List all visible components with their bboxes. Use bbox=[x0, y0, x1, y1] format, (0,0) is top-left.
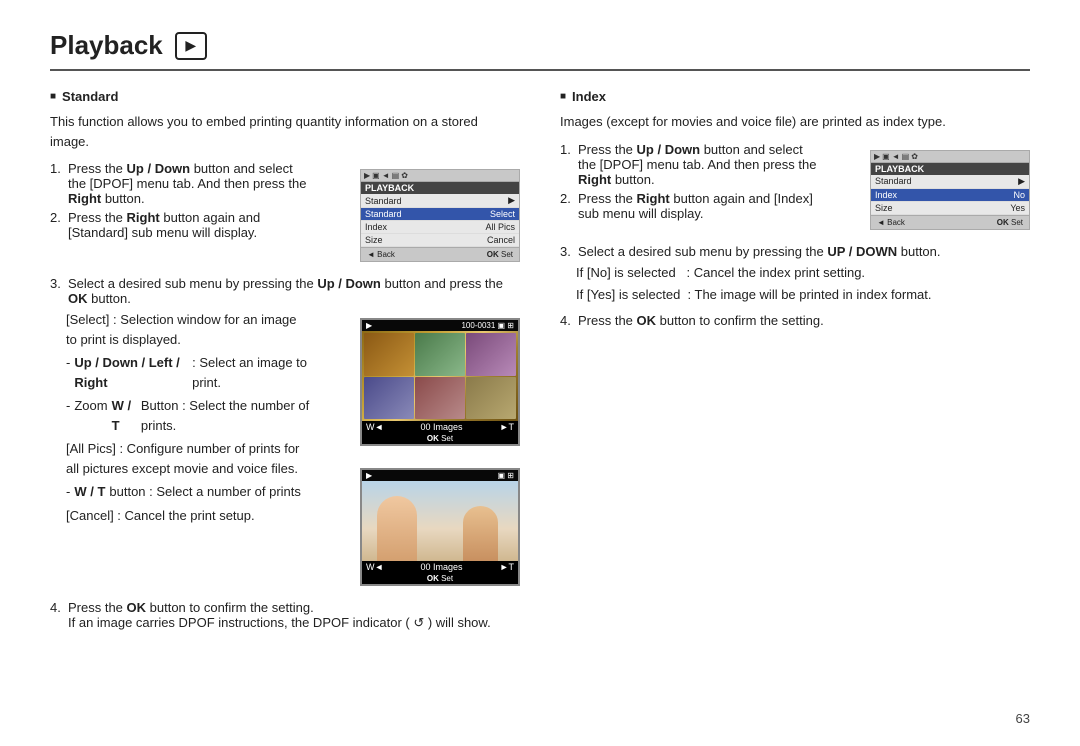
playback-icon: ▶ bbox=[175, 32, 207, 60]
left-step2-number: 2. bbox=[50, 210, 64, 225]
right-step1-text: Press the Up / Down button and select th… bbox=[578, 142, 820, 187]
right-step3-text: Select a desired sub menu by pressing th… bbox=[578, 244, 941, 259]
bracket-item-cancel: [Cancel] : Cancel the print setup. bbox=[66, 506, 310, 526]
dash-item-wt: W / T button : Select a number of prints bbox=[66, 482, 310, 502]
right-step4-number: 4. bbox=[560, 313, 574, 328]
left-step4-text: Press the OK button to confirm the setti… bbox=[68, 600, 491, 631]
right-step1-number: 1. bbox=[560, 142, 574, 157]
left-step3-number: 3. bbox=[50, 276, 64, 291]
right-step4-text: Press the OK button to confirm the setti… bbox=[578, 313, 824, 328]
right-step3-number: 3. bbox=[560, 244, 574, 259]
if-item-yes: If [Yes] is selected : The image will be… bbox=[576, 285, 1030, 305]
bracket-item-allpics: [All Pics] : Configure number of prints … bbox=[66, 439, 310, 478]
preview-screen-1: ▶100-0031 ▣ ⊞ W bbox=[360, 318, 520, 446]
preview-screen-2: ▶▣ ⊞ W◄00 Images►T OK Set bbox=[360, 468, 520, 586]
right-step2-number: 2. bbox=[560, 191, 574, 206]
right-section-header: Index bbox=[560, 89, 1030, 104]
right-column: Index Images (except for movies and voic… bbox=[560, 89, 1030, 635]
right-menu-screen: ▶▣◄▤✿ PLAYBACK Standard▶ IndexNo SizeYes… bbox=[870, 150, 1030, 230]
page-title: Playback ▶ bbox=[50, 30, 1030, 71]
if-item-no: If [No] is selected : Cancel the index p… bbox=[576, 263, 1030, 283]
page-number: 63 bbox=[1016, 711, 1030, 726]
left-step1-number: 1. bbox=[50, 161, 64, 176]
left-step3-text: Select a desired sub menu by pressing th… bbox=[68, 276, 520, 306]
left-menu-screen: ▶▣◄▤✿ PLAYBACK Standard▶ StandardSelect … bbox=[360, 169, 520, 262]
right-step2-text: Press the Right button again and [Index]… bbox=[578, 191, 820, 221]
left-step2-text: Press the Right button again and [Standa… bbox=[68, 210, 310, 240]
left-column: Standard This function allows you to emb… bbox=[50, 89, 520, 635]
right-section-intro: Images (except for movies and voice file… bbox=[560, 112, 1030, 132]
left-step4-number: 4. bbox=[50, 600, 64, 615]
left-step1-text: Press the Up / Down button and select th… bbox=[68, 161, 310, 206]
dash-item-updown: Up / Down / Left / Right : Select an ima… bbox=[66, 353, 310, 392]
left-section-intro: This function allows you to embed printi… bbox=[50, 112, 520, 151]
bracket-item-select: [Select] : Selection window for an image… bbox=[66, 310, 310, 349]
dash-item-zoom: Zoom W / T Button : Select the number of… bbox=[66, 396, 310, 435]
left-section-header: Standard bbox=[50, 89, 520, 104]
